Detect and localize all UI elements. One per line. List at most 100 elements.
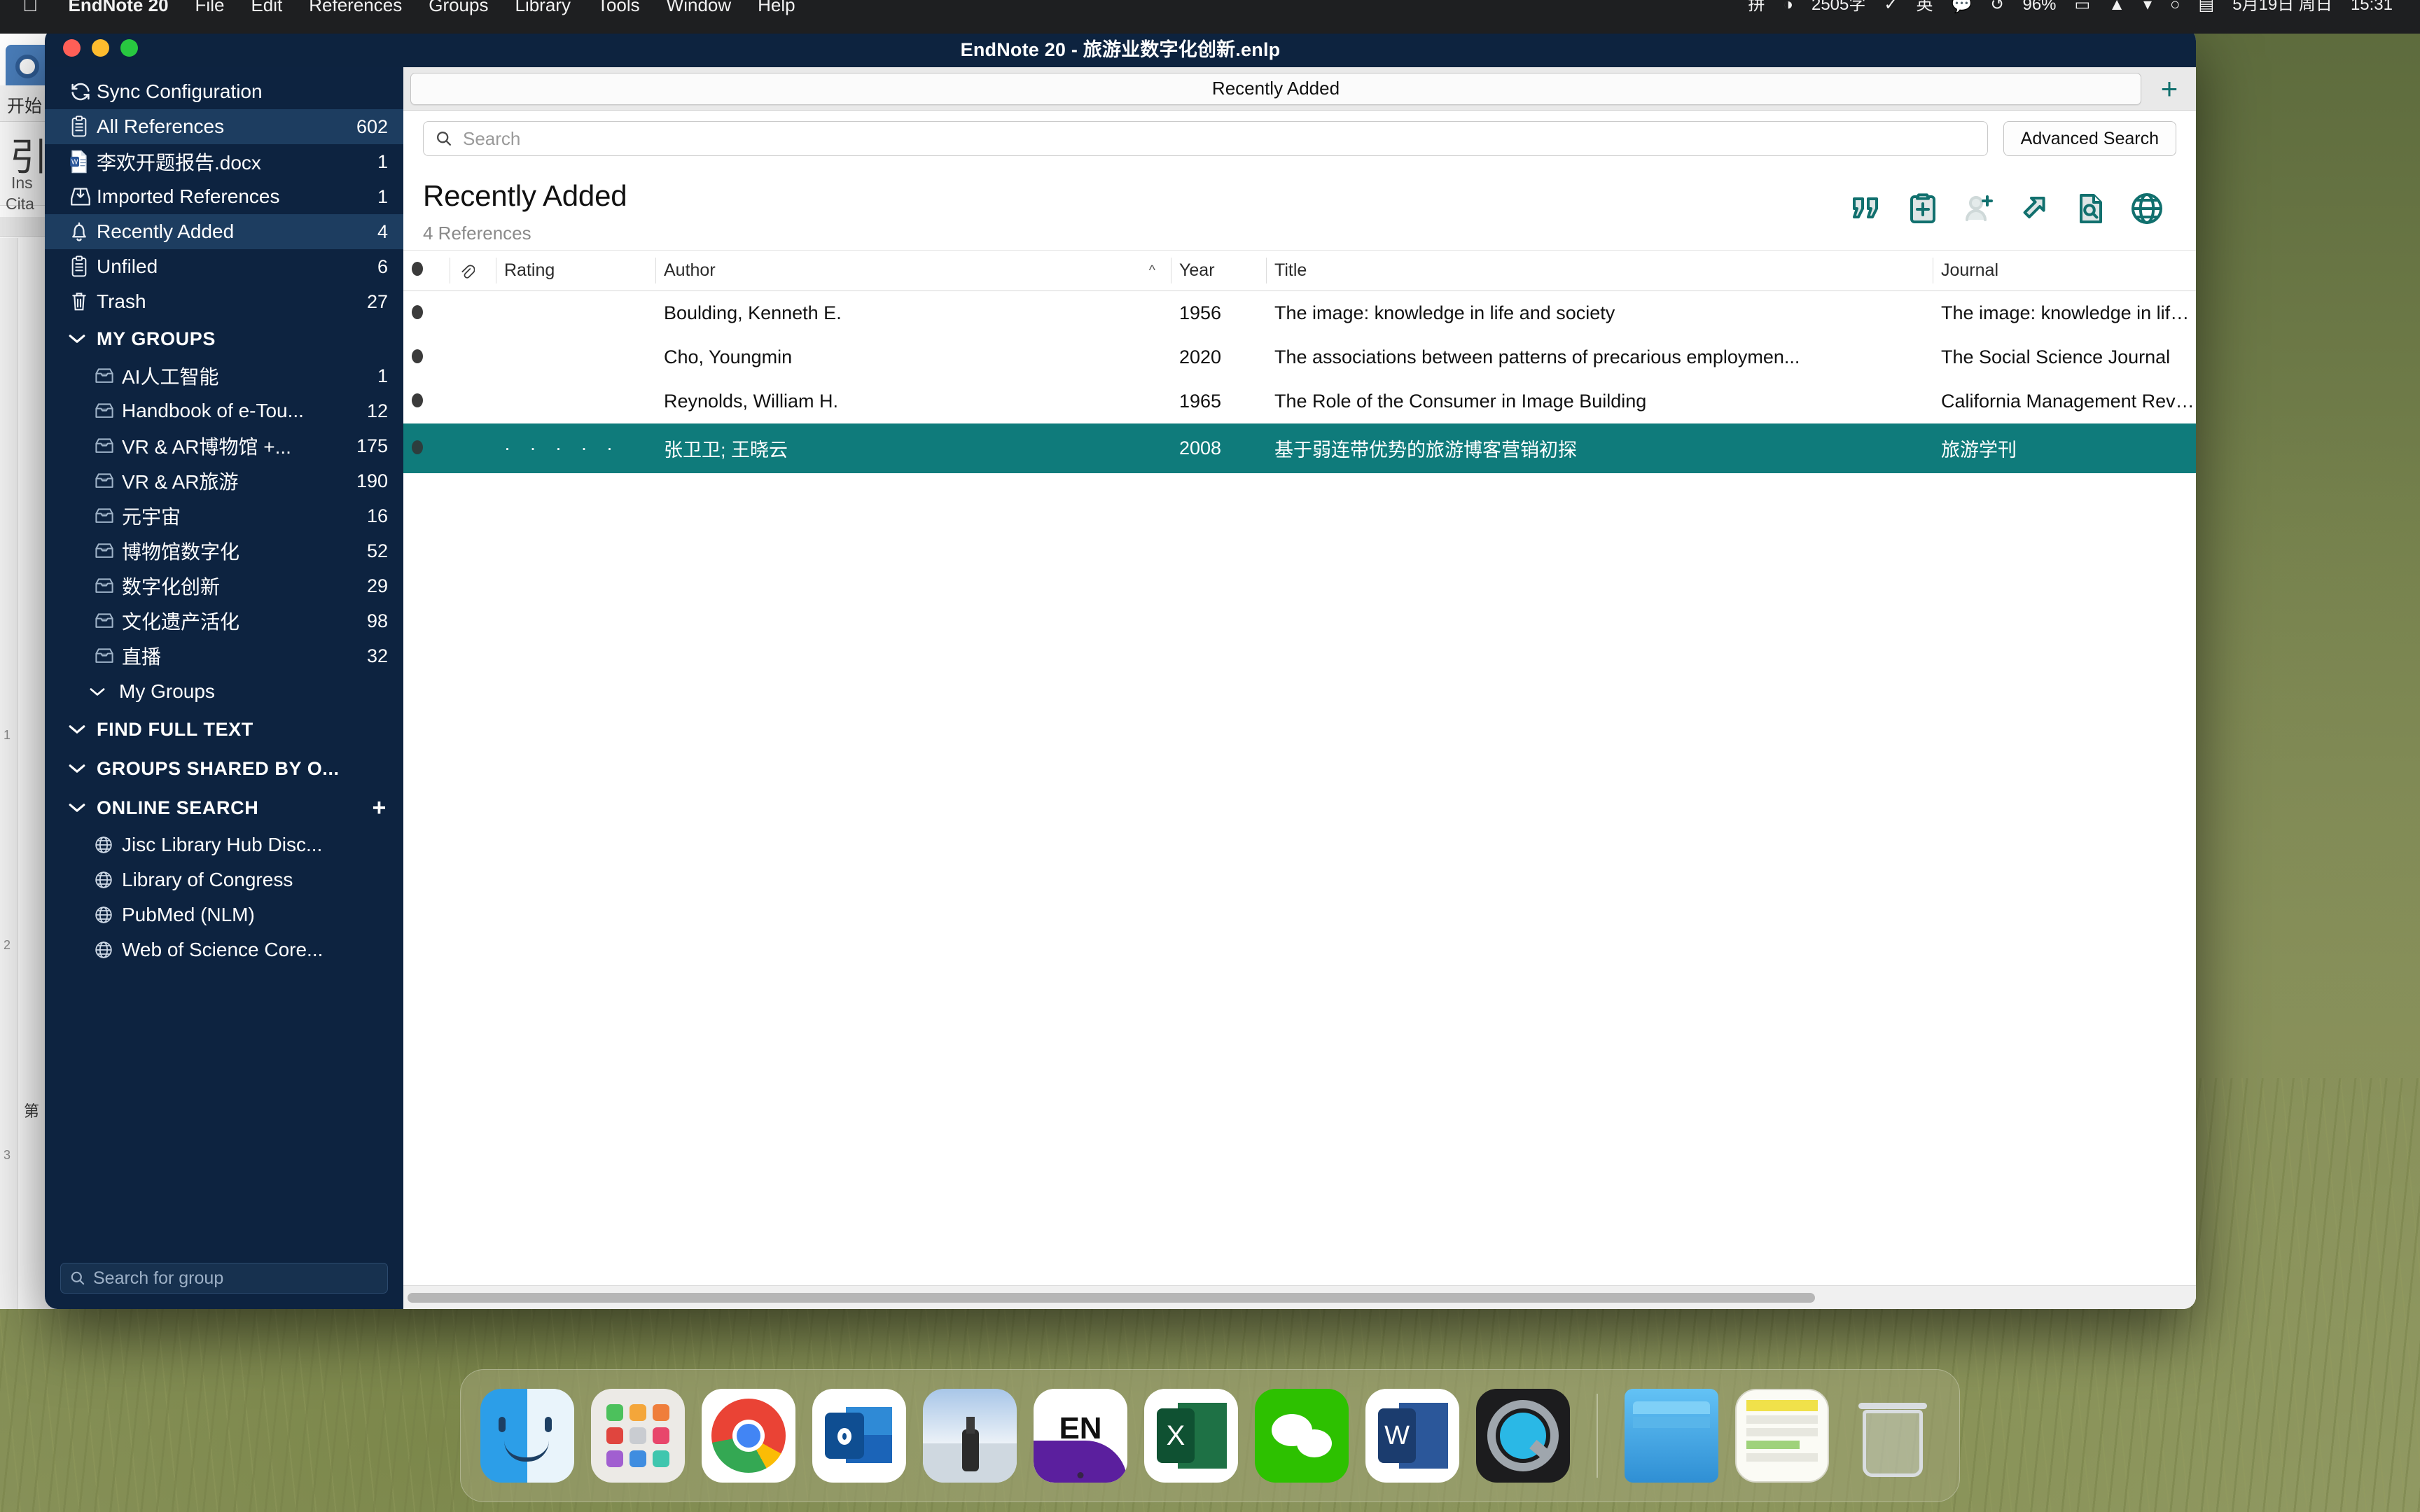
excel-icon[interactable]: X	[1144, 1389, 1238, 1483]
sidebar-section-my-groups[interactable]: MY GROUPS	[45, 319, 403, 358]
chrome-icon[interactable]	[702, 1389, 795, 1483]
menu-help[interactable]: Help	[744, 0, 808, 22]
apple-menu-icon[interactable]: 	[20, 0, 55, 22]
sidebar-group-museum-digitization[interactable]: 博物馆数字化 52	[45, 533, 403, 568]
sidebar-subsection-my-groups[interactable]: My Groups	[45, 673, 403, 710]
menu-bar-status-items[interactable]: 拼 ◑ 2505字 ✓ 英 💬 ↺ 96% ▭ ▲ ▾ ○ ▤ 5月19日 周日…	[1739, 0, 2420, 22]
column-header-author[interactable]: Author ^	[655, 250, 1171, 291]
trash-icon[interactable]	[1846, 1389, 1940, 1483]
column-header-attachment[interactable]	[450, 250, 496, 291]
menu-library[interactable]: Library	[501, 0, 583, 22]
sidebar-item-all-references[interactable]: All References 602	[45, 109, 403, 144]
cell-read-status[interactable]	[403, 424, 450, 473]
chevron-down-icon[interactable]	[67, 723, 97, 736]
cell-rating[interactable]	[496, 291, 655, 336]
search-bar[interactable]: Search Advanced Search	[403, 111, 2196, 167]
chevron-down-icon[interactable]	[67, 802, 97, 814]
open-external-icon[interactable]	[2017, 190, 2053, 227]
column-header-title[interactable]: Title	[1266, 250, 1933, 291]
tab-bar[interactable]: Recently Added +	[403, 67, 2196, 111]
cell-rating[interactable]	[496, 379, 655, 424]
endnote-icon[interactable]: EN	[1034, 1389, 1127, 1483]
sidebar-item-sync-configuration[interactable]: Sync Configuration	[45, 74, 403, 109]
ime-chinese-icon[interactable]: 英	[1907, 0, 1942, 22]
column-header-year[interactable]: Year	[1171, 250, 1266, 291]
table-row[interactable]: Boulding, Kenneth E. 1956 The image: kno…	[403, 291, 2196, 336]
add-online-search-button[interactable]: +	[373, 796, 403, 820]
sidebar-group-livestream[interactable]: 直播 32	[45, 638, 403, 673]
sidebar-online-jisc[interactable]: Jisc Library Hub Disc...	[45, 827, 403, 862]
chevron-down-icon[interactable]	[67, 762, 97, 775]
spotlight-search-icon[interactable]: ○	[2161, 0, 2190, 22]
horizontal-scrollbar[interactable]	[403, 1285, 2196, 1309]
chevron-down-icon[interactable]	[67, 332, 97, 345]
sidebar-online-pubmed[interactable]: PubMed (NLM)	[45, 897, 403, 932]
sidebar-group-vr-ar-museum[interactable]: VR & AR博物馆 +... 175	[45, 428, 403, 463]
shield-icon[interactable]: ◑	[1774, 0, 1802, 22]
sidebar-group-metaverse[interactable]: 元宇宙 16	[45, 498, 403, 533]
cell-rating[interactable]	[496, 335, 655, 379]
battery-icon[interactable]: ▭	[2066, 0, 2100, 22]
launchpad-icon[interactable]	[591, 1389, 685, 1483]
window-titlebar[interactable]: EndNote 20 - 旅游业数字化创新.enlp	[45, 28, 2196, 67]
sidebar-online-web-of-science[interactable]: Web of Science Core...	[45, 932, 403, 967]
menu-references[interactable]: References	[295, 0, 415, 22]
downloads-folder-icon[interactable]	[1625, 1389, 1718, 1483]
group-search-input[interactable]: Search for group	[60, 1263, 388, 1294]
dropbox-icon[interactable]: ▲	[2099, 0, 2134, 22]
menu-window[interactable]: Window	[653, 0, 744, 22]
sidebar-online-library-of-congress[interactable]: Library of Congress	[45, 862, 403, 897]
search-input[interactable]: Search	[423, 121, 1988, 156]
sidebar-item-word-document[interactable]: W 李欢开题报告.docx 1	[45, 144, 403, 179]
chevron-down-icon[interactable]	[88, 686, 119, 698]
sidebar-scroll-area[interactable]: Sync Configuration All References 602 W …	[45, 67, 403, 1263]
sidebar-group-vr-ar-tourism[interactable]: VR & AR旅游 190	[45, 463, 403, 498]
endnote-window[interactable]: EndNote 20 - 旅游业数字化创新.enlp Sync Configur…	[45, 28, 2196, 1309]
add-person-icon[interactable]	[1961, 190, 1997, 227]
sidebar-section-groups-shared[interactable]: GROUPS SHARED BY O...	[45, 749, 403, 788]
online-search-icon[interactable]	[2129, 190, 2165, 227]
menu-bar-app-menus[interactable]:  EndNote 20 File Edit References Groups…	[0, 0, 809, 22]
sidebar-item-recently-added[interactable]: Recently Added 4	[45, 214, 403, 249]
sidebar-group-ai[interactable]: AI人工智能 1	[45, 358, 403, 393]
sidebar-section-find-full-text[interactable]: FIND FULL TEXT	[45, 710, 403, 749]
wifi-icon[interactable]: ▾	[2134, 0, 2161, 22]
battery-percent[interactable]: 96%	[2013, 0, 2065, 22]
wechat-icon[interactable]	[1255, 1389, 1349, 1483]
menu-file[interactable]: File	[182, 0, 238, 22]
horizontal-scrollbar-thumb[interactable]	[408, 1292, 1815, 1303]
word-count-status[interactable]: 2505字	[1802, 0, 1875, 22]
word-icon[interactable]: W	[1365, 1389, 1459, 1483]
preview-icon[interactable]	[923, 1389, 1017, 1483]
find-full-text-icon[interactable]	[2073, 190, 2109, 227]
table-row[interactable]: · · · · · 张卫卫; 王晓云 2008 基于弱连带优势的旅游博客营销初探…	[403, 424, 2196, 473]
control-center-icon[interactable]: ▤	[2190, 0, 2224, 22]
column-header-rating[interactable]: Rating	[496, 250, 655, 291]
reference-toolbar[interactable]	[1849, 179, 2176, 227]
advanced-search-button[interactable]: Advanced Search	[2003, 121, 2176, 156]
insert-citation-icon[interactable]	[1849, 190, 1885, 227]
column-header-read-status[interactable]	[403, 250, 450, 291]
sidebar-group-digital-innovation[interactable]: 数字化创新 29	[45, 568, 403, 603]
dock[interactable]: EN X W	[460, 1369, 1960, 1502]
document-stack-icon[interactable]	[1735, 1389, 1829, 1483]
checkmark-circle-icon[interactable]: ✓	[1875, 0, 1907, 22]
sidebar-section-online-search[interactable]: ONLINE SEARCH +	[45, 788, 403, 827]
sidebar-group-cultural-heritage[interactable]: 文化遗产活化 98	[45, 603, 403, 638]
sidebar-item-unfiled[interactable]: Unfiled 6	[45, 249, 403, 284]
quicktime-icon[interactable]	[1476, 1389, 1570, 1483]
menu-endnote-20[interactable]: EndNote 20	[55, 0, 182, 22]
tab-recently-added[interactable]: Recently Added	[410, 72, 2141, 105]
add-tab-button[interactable]: +	[2150, 74, 2189, 104]
menu-groups[interactable]: Groups	[415, 0, 501, 22]
cell-rating[interactable]: · · · · ·	[496, 424, 655, 473]
macos-menu-bar[interactable]:  EndNote 20 File Edit References Groups…	[0, 0, 2420, 34]
sidebar[interactable]: Sync Configuration All References 602 W …	[45, 67, 403, 1309]
sidebar-item-imported-references[interactable]: Imported References 1	[45, 179, 403, 214]
copy-to-clipboard-icon[interactable]	[1905, 190, 1941, 227]
reference-list[interactable]: Rating Author ^ Year Title Journal Bould…	[403, 250, 2196, 1285]
reference-table[interactable]: Rating Author ^ Year Title Journal Bould…	[403, 250, 2196, 473]
cell-read-status[interactable]	[403, 335, 450, 379]
refresh-icon[interactable]: ↺	[1981, 0, 2013, 22]
sidebar-item-trash[interactable]: Trash 27	[45, 284, 403, 319]
